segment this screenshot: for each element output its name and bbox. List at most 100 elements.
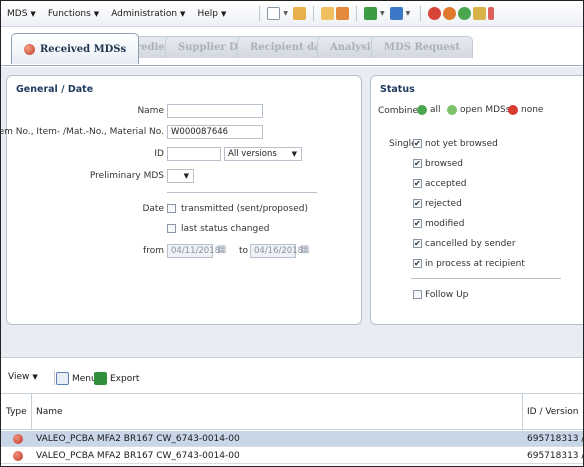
status-option-label: browsed bbox=[425, 159, 464, 169]
chevron-down-icon: ▼ bbox=[183, 172, 189, 180]
menu-label: Menu bbox=[72, 373, 97, 384]
part-number-label: Part/Item No., Item- /Mat.-No., Material… bbox=[0, 127, 164, 137]
tab-label: Received MDSs bbox=[40, 43, 127, 55]
link-icon[interactable] bbox=[473, 7, 487, 20]
save-icon[interactable] bbox=[292, 7, 306, 20]
from-date-input[interactable]: 04/11/2018 bbox=[167, 244, 220, 258]
row-name: VALEO_PCBA MFA2 BR167 CW_6743-0014-00 bbox=[36, 434, 240, 444]
preliminary-label: Preliminary MDS bbox=[89, 171, 164, 181]
version-select[interactable]: All versions ▼ bbox=[224, 147, 302, 161]
toolbar-divider bbox=[259, 6, 261, 21]
toolbar-divider bbox=[420, 6, 422, 21]
toolbar-divider bbox=[54, 370, 55, 385]
status-option-label: modified bbox=[425, 219, 465, 229]
divider bbox=[167, 192, 317, 193]
chevron-down-icon: ▼ bbox=[93, 9, 100, 18]
none-label: none bbox=[521, 105, 544, 115]
status-option-label: rejected bbox=[425, 199, 462, 209]
part-number-input[interactable]: W000087646 bbox=[167, 125, 263, 139]
row-id-version: 695718313 / 3 bbox=[527, 434, 583, 444]
status-option-label: accepted bbox=[425, 179, 467, 189]
all-status-icon bbox=[417, 105, 427, 115]
menu-administration-label: Administration bbox=[111, 8, 178, 19]
paste-icon[interactable] bbox=[335, 7, 349, 20]
column-header-name[interactable]: Name bbox=[36, 407, 63, 417]
menu-mds[interactable]: MDS ▼ bbox=[1, 9, 42, 19]
panel-title: Status bbox=[380, 84, 415, 95]
refresh-icon[interactable] bbox=[443, 7, 457, 20]
status-checkbox-accepted[interactable] bbox=[413, 179, 422, 188]
user-green-icon[interactable] bbox=[363, 7, 377, 20]
tab-label: MDS Request bbox=[384, 42, 460, 53]
last-status-checkbox[interactable] bbox=[167, 224, 176, 233]
menu-functions[interactable]: Functions ▼ bbox=[42, 9, 105, 19]
status-panel: Status Combined all open MDSs none Singl… bbox=[370, 75, 583, 325]
view-menu[interactable]: View ▼ bbox=[8, 372, 38, 382]
check-icon[interactable] bbox=[458, 7, 472, 20]
chevron-down-icon[interactable]: ▼ bbox=[406, 10, 411, 17]
status-checkbox-modified[interactable] bbox=[413, 219, 422, 228]
toolbar-divider bbox=[312, 6, 314, 21]
open-status-icon bbox=[447, 105, 457, 115]
row-id-version: 695718313 / 2 bbox=[527, 451, 583, 461]
delete-icon[interactable] bbox=[428, 7, 442, 20]
status-checkbox-cancelled-by-sender[interactable] bbox=[413, 239, 422, 248]
status-checkbox-rejected[interactable] bbox=[413, 199, 422, 208]
name-input[interactable] bbox=[167, 104, 263, 118]
column-divider[interactable] bbox=[31, 394, 32, 430]
none-button[interactable]: none bbox=[508, 105, 543, 115]
warning-icon[interactable] bbox=[488, 7, 495, 20]
version-select-value: All versions bbox=[228, 149, 277, 159]
none-status-icon bbox=[508, 105, 518, 115]
calendar-icon[interactable]: ▦ bbox=[300, 245, 311, 256]
column-header-type[interactable]: Type bbox=[6, 407, 27, 417]
mds-icon bbox=[13, 451, 23, 461]
mds-icon bbox=[13, 434, 23, 444]
general-date-panel: General / Date Name Part/Item No., Item-… bbox=[1, 75, 362, 325]
to-date-input[interactable]: 04/16/2018 bbox=[250, 244, 303, 258]
row-name: VALEO_PCBA MFA2 BR167 CW_6743-0014-00 bbox=[36, 451, 240, 461]
tab-mds-request[interactable]: MDS Request bbox=[371, 36, 473, 58]
app-window: MDS ▼ Functions ▼ Administration ▼ Help ▼ ▼ … bbox=[0, 0, 584, 467]
transmitted-checkbox[interactable] bbox=[167, 204, 176, 213]
id-input[interactable] bbox=[167, 147, 221, 161]
export-button[interactable]: Export bbox=[94, 372, 139, 385]
name-label: Name bbox=[137, 106, 164, 116]
grid-header: Type Name ID / Version bbox=[1, 393, 583, 430]
status-checkbox-not-yet-browsed[interactable] bbox=[413, 139, 422, 148]
menu-administration[interactable]: Administration ▼ bbox=[105, 9, 191, 19]
chevron-down-icon[interactable]: ▼ bbox=[380, 10, 385, 17]
chevron-down-icon: ▼ bbox=[30, 9, 36, 18]
menu-functions-label: Functions bbox=[47, 8, 91, 19]
copy-icon[interactable] bbox=[320, 7, 334, 20]
status-checkbox-in-process[interactable] bbox=[413, 259, 422, 268]
follow-up-checkbox[interactable] bbox=[413, 290, 422, 299]
mds-icon bbox=[24, 43, 35, 55]
status-option-label: cancelled by sender bbox=[425, 239, 516, 249]
transmitted-label: transmitted (sent/proposed) bbox=[181, 204, 308, 214]
chevron-down-icon[interactable]: ▼ bbox=[283, 10, 288, 17]
menu-button[interactable]: Menu bbox=[56, 372, 97, 385]
menu-help-label: Help bbox=[197, 8, 218, 19]
last-status-label: last status changed bbox=[181, 224, 270, 234]
chevron-down-icon: ▼ bbox=[291, 150, 297, 158]
column-divider[interactable] bbox=[522, 394, 523, 430]
from-label: from bbox=[143, 246, 164, 256]
open-mdss-button[interactable]: open MDSs bbox=[447, 105, 510, 115]
preliminary-select[interactable]: ▼ bbox=[167, 169, 194, 183]
all-button[interactable]: all bbox=[417, 105, 441, 115]
table-row[interactable]: VALEO_PCBA MFA2 BR167 CW_6743-0014-00 69… bbox=[1, 431, 583, 447]
table-row[interactable]: VALEO_PCBA MFA2 BR167 CW_6743-0014-00 69… bbox=[1, 448, 583, 464]
status-checkbox-browsed[interactable] bbox=[413, 159, 422, 168]
column-header-id-version[interactable]: ID / Version bbox=[527, 407, 578, 417]
toolbar: ▼ ▼ ▼ bbox=[254, 6, 495, 21]
new-document-icon[interactable] bbox=[267, 7, 281, 20]
panel-title: General / Date bbox=[16, 84, 94, 95]
menu-icon bbox=[56, 372, 69, 385]
tab-received-mdss[interactable]: Received MDSs bbox=[11, 33, 140, 64]
menu-help[interactable]: Help ▼ bbox=[191, 9, 232, 19]
user-blue-icon[interactable] bbox=[389, 7, 403, 20]
menu-mds-label: MDS bbox=[7, 8, 28, 19]
chevron-down-icon: ▼ bbox=[180, 9, 186, 18]
calendar-icon[interactable]: ▦ bbox=[217, 245, 228, 256]
